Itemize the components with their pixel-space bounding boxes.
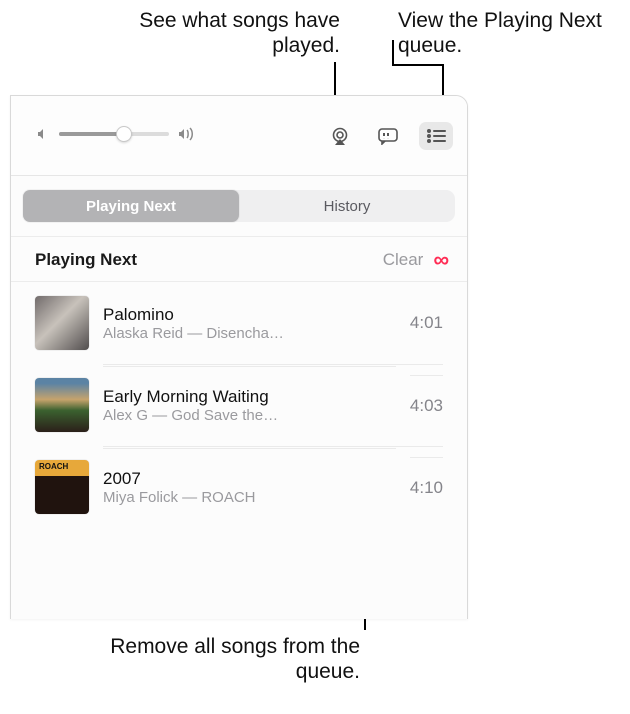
volume-knob[interactable]	[116, 126, 132, 142]
track-duration: 4:03	[410, 375, 443, 436]
volume-track[interactable]	[59, 132, 169, 136]
volume-fill	[59, 132, 120, 136]
track-duration: 4:10	[410, 457, 443, 518]
track-title: 2007	[103, 469, 396, 489]
track-title: Early Morning Waiting	[103, 387, 396, 407]
queue-row[interactable]: Palomino Alaska Reid — Disencha… 4:01	[11, 282, 467, 364]
queue-history-segmented: Playing Next History	[23, 190, 455, 222]
callout-queue: View the Playing Next queue.	[398, 8, 628, 58]
lyrics-icon	[377, 127, 399, 145]
callout-history: See what songs have played.	[110, 8, 340, 58]
queue-row[interactable]: Early Morning Waiting Alex G — God Save …	[11, 364, 467, 446]
queue-row-meta: Palomino Alaska Reid — Disencha…	[103, 285, 396, 362]
queue-list: Palomino Alaska Reid — Disencha… 4:01 Ea…	[11, 282, 467, 528]
track-title: Palomino	[103, 305, 396, 325]
queue-icon	[426, 129, 446, 143]
section-title: Playing Next	[35, 250, 383, 270]
tab-history[interactable]: History	[239, 190, 455, 222]
callout-line	[392, 40, 394, 64]
album-art	[35, 460, 89, 514]
airplay-button[interactable]	[323, 122, 357, 150]
autoplay-infinity-button[interactable]: ∞	[433, 249, 449, 271]
volume-high-icon	[177, 126, 197, 142]
album-art	[35, 378, 89, 432]
segmented-control-row: Playing Next History	[11, 176, 467, 236]
queue-row-meta: Early Morning Waiting Alex G — God Save …	[103, 366, 396, 444]
lyrics-button[interactable]	[371, 122, 405, 150]
track-subtitle: Alex G — God Save the…	[103, 407, 396, 424]
airplay-icon	[329, 127, 351, 145]
tab-playing-next[interactable]: Playing Next	[23, 190, 239, 222]
callout-line	[392, 64, 444, 66]
album-art	[35, 296, 89, 350]
volume-low-icon	[35, 126, 51, 142]
toolbar	[11, 96, 467, 176]
queue-panel: Playing Next History Playing Next Clear …	[10, 95, 468, 619]
volume-slider[interactable]	[35, 126, 197, 142]
queue-row[interactable]: 2007 Miya Folick — ROACH 4:10	[11, 446, 467, 528]
queue-row-meta: 2007 Miya Folick — ROACH	[103, 448, 396, 526]
track-subtitle: Alaska Reid — Disencha…	[103, 325, 396, 342]
callout-clear: Remove all songs from the queue.	[100, 634, 360, 684]
track-subtitle: Miya Folick — ROACH	[103, 489, 396, 506]
playing-next-header: Playing Next Clear ∞	[11, 236, 467, 282]
track-duration: 4:01	[410, 293, 443, 353]
queue-button[interactable]	[419, 122, 453, 150]
clear-button[interactable]: Clear	[383, 250, 424, 270]
